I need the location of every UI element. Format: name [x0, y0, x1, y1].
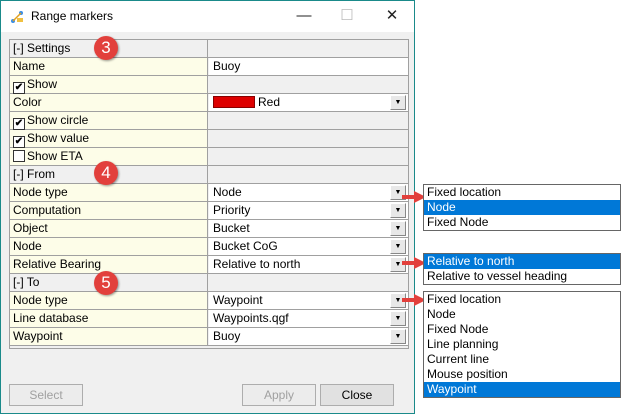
row-label: Color: [10, 94, 208, 111]
chevron-down-icon[interactable]: ▼: [390, 239, 406, 254]
node-type-dropdown[interactable]: Waypoint ▼: [209, 292, 408, 309]
minimize-button[interactable]: —: [284, 5, 324, 27]
chevron-down-icon[interactable]: ▼: [390, 311, 406, 326]
row-label: Line database: [10, 310, 208, 327]
option-item[interactable]: Line planning: [424, 337, 620, 352]
option-item[interactable]: Relative to vessel heading: [424, 269, 620, 284]
show-checkbox[interactable]: ✔: [13, 82, 25, 94]
row-label: Show ETA: [27, 149, 83, 163]
chevron-down-icon[interactable]: ▼: [390, 329, 406, 344]
row-color[interactable]: Color Red ▼: [10, 94, 408, 112]
row-label: Name: [10, 58, 208, 75]
dropdown-value: Waypoint: [213, 293, 263, 307]
row-object[interactable]: Object Bucket ▼: [10, 220, 408, 238]
waypoint-dropdown[interactable]: Buoy ▼: [209, 328, 408, 345]
option-item[interactable]: Waypoint: [424, 382, 620, 397]
dropdown-value: Relative to north: [213, 257, 301, 271]
option-item[interactable]: Node: [424, 307, 620, 322]
dropdown-value: Red: [258, 95, 281, 109]
row-relative-bearing[interactable]: Relative Bearing Relative to north ▼: [10, 256, 408, 274]
chevron-down-icon[interactable]: ▼: [390, 221, 406, 236]
row-label: Waypoint: [10, 328, 208, 345]
dropdown-value: Bucket: [213, 221, 250, 235]
step-badge-3: 3: [94, 36, 118, 60]
title-bar[interactable]: Range markers — ☐ ✕: [1, 1, 414, 32]
dropdown-value: Buoy: [213, 329, 241, 343]
show-circle-checkbox[interactable]: ✔: [13, 118, 25, 130]
close-button[interactable]: Close: [320, 384, 394, 406]
row-label: Computation: [10, 202, 208, 219]
step-badge-5: 5: [94, 271, 118, 295]
row-node-type[interactable]: Node type Node ▼: [10, 184, 408, 202]
option-item[interactable]: Relative to north: [424, 254, 620, 269]
row-waypoint[interactable]: Waypoint Buoy ▼: [10, 328, 408, 346]
select-button[interactable]: Select: [9, 384, 83, 406]
row-label: Node type: [10, 184, 208, 201]
row-label: Show circle: [27, 113, 89, 127]
option-item[interactable]: Fixed Node: [424, 215, 620, 230]
computation-dropdown[interactable]: Priority ▼: [209, 202, 408, 219]
row-node[interactable]: Node Bucket CoG ▼: [10, 238, 408, 256]
row-computation[interactable]: Computation Priority ▼: [10, 202, 408, 220]
maximize-button[interactable]: ☐: [327, 5, 367, 27]
show-eta-checkbox[interactable]: [13, 150, 25, 162]
option-item[interactable]: Fixed Node: [424, 322, 620, 337]
row-label: Show value: [27, 131, 90, 145]
name-input[interactable]: Buoy: [209, 58, 408, 75]
option-item[interactable]: Fixed location: [424, 185, 620, 200]
chevron-down-icon[interactable]: ▼: [390, 95, 406, 110]
dropdown-value: Priority: [213, 203, 251, 217]
range-markers-window: Range markers — ☐ ✕ [-] Settings Name Buo…: [0, 0, 415, 414]
property-grid: [-] Settings Name Buoy ✔ Show Color Red ▼ ✔ S…: [9, 39, 409, 349]
line-database-dropdown[interactable]: Waypoints.qgf ▼: [209, 310, 408, 327]
row-node-type[interactable]: Node type Waypoint ▼: [10, 292, 408, 310]
node-type-dropdown[interactable]: Node ▼: [209, 184, 408, 201]
color-swatch: [213, 96, 255, 108]
row-show-circle[interactable]: ✔ Show circle: [10, 112, 408, 130]
node-dropdown[interactable]: Bucket CoG ▼: [209, 238, 408, 255]
row-show-value[interactable]: ✔ Show value: [10, 130, 408, 148]
row-show-eta[interactable]: Show ETA: [10, 148, 408, 166]
category-from[interactable]: [-] From: [10, 166, 408, 184]
option-item[interactable]: Current line: [424, 352, 620, 367]
step-badge-4: 4: [94, 161, 118, 185]
row-label: Show: [27, 77, 58, 91]
window-title: Range markers: [31, 9, 114, 23]
range-markers-app-icon: [11, 11, 23, 23]
object-dropdown[interactable]: Bucket ▼: [209, 220, 408, 237]
color-dropdown[interactable]: Red ▼: [209, 94, 408, 111]
to-node-type-options: Fixed location Node Fixed Node Line plannin…: [423, 291, 621, 398]
chevron-down-icon[interactable]: ▼: [390, 203, 406, 218]
relative-bearing-options: Relative to north Relative to vessel head…: [423, 253, 621, 285]
row-show[interactable]: ✔ Show: [10, 76, 408, 94]
dropdown-value: Bucket CoG: [213, 239, 278, 253]
dropdown-value: Waypoints.qgf: [213, 311, 289, 325]
close-window-button[interactable]: ✕: [372, 5, 412, 27]
relative-bearing-dropdown[interactable]: Relative to north ▼: [209, 256, 408, 273]
dropdown-value: Node: [213, 185, 242, 199]
category-to[interactable]: [-] To: [10, 274, 408, 292]
option-item[interactable]: Mouse position: [424, 367, 620, 382]
show-value-checkbox[interactable]: ✔: [13, 136, 25, 148]
row-label: Object: [10, 220, 208, 237]
row-line-database[interactable]: Line database Waypoints.qgf ▼: [10, 310, 408, 328]
from-node-type-options: Fixed location Node Fixed Node: [423, 184, 621, 231]
option-item[interactable]: Fixed location: [424, 292, 620, 307]
category-settings[interactable]: [-] Settings: [10, 40, 408, 58]
option-item[interactable]: Node: [424, 200, 620, 215]
row-name[interactable]: Name Buoy: [10, 58, 408, 76]
row-label: Node: [10, 238, 208, 255]
apply-button[interactable]: Apply: [242, 384, 316, 406]
